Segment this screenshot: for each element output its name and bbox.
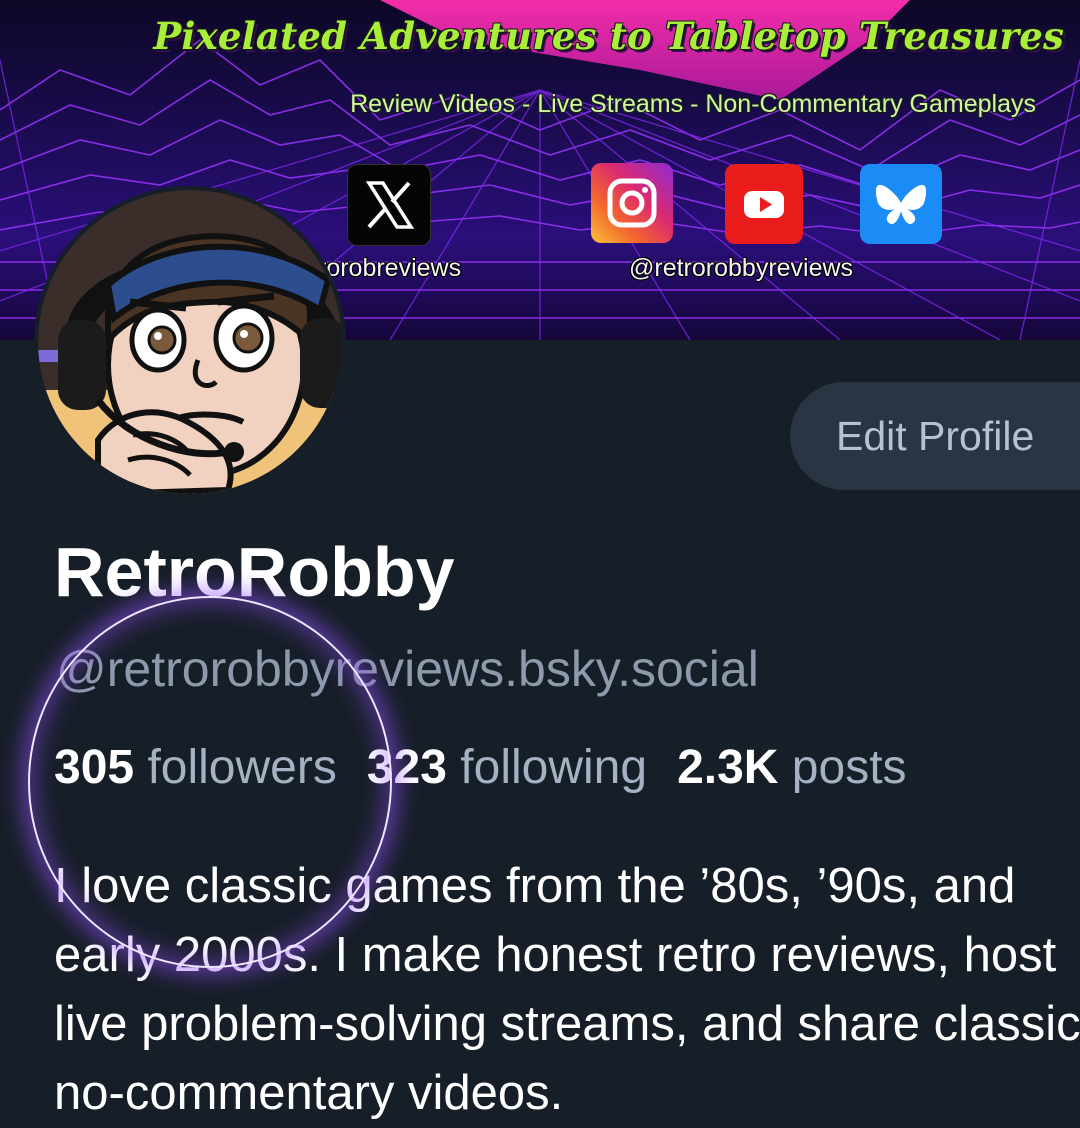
bluesky-icon[interactable] — [860, 164, 942, 244]
avatar[interactable] — [34, 186, 346, 498]
bio-line: live problem-solving streams, and share … — [54, 997, 1080, 1051]
banner-title: Pixelated Adventures to Tabletop Treasur… — [153, 14, 1064, 58]
bio-line: early 2000s. I make honest retro reviews… — [54, 928, 1057, 982]
bio-line: I love classic games from the ’80s, ’90s… — [54, 859, 1016, 913]
profile-bio: I love classic games from the ’80s, ’90s… — [54, 852, 1080, 1128]
following-label: following — [460, 741, 648, 794]
x-handle-text: rorobreviews — [318, 254, 462, 282]
youtube-icon[interactable] — [725, 164, 803, 244]
posts-stat: 2.3K posts — [677, 741, 906, 794]
profile-stats: 305 followers 323 following 2.3K posts — [54, 740, 907, 795]
edit-profile-button[interactable]: Edit Profile — [790, 382, 1080, 490]
posts-count: 2.3K — [677, 741, 779, 794]
social-handle-text: @retrorobbyreviews — [629, 254, 854, 282]
followers-label: followers — [147, 741, 337, 794]
instagram-icon[interactable] — [591, 163, 673, 243]
followers-count: 305 — [54, 741, 135, 794]
following-count: 323 — [366, 741, 447, 794]
cartoon-avatar-image — [38, 190, 342, 494]
profile-handle: @retrorobbyreviews.bsky.social — [56, 641, 759, 697]
banner-subtitle: Review Videos - Live Streams - Non-Comme… — [350, 90, 1036, 118]
following-link[interactable]: 323 following — [367, 741, 647, 794]
bio-line: no-commentary videos. — [54, 1066, 564, 1120]
display-name: RetroRobby — [54, 533, 455, 611]
followers-link[interactable]: 305 followers — [54, 741, 337, 794]
posts-label: posts — [791, 741, 907, 794]
x-icon[interactable] — [347, 164, 431, 246]
